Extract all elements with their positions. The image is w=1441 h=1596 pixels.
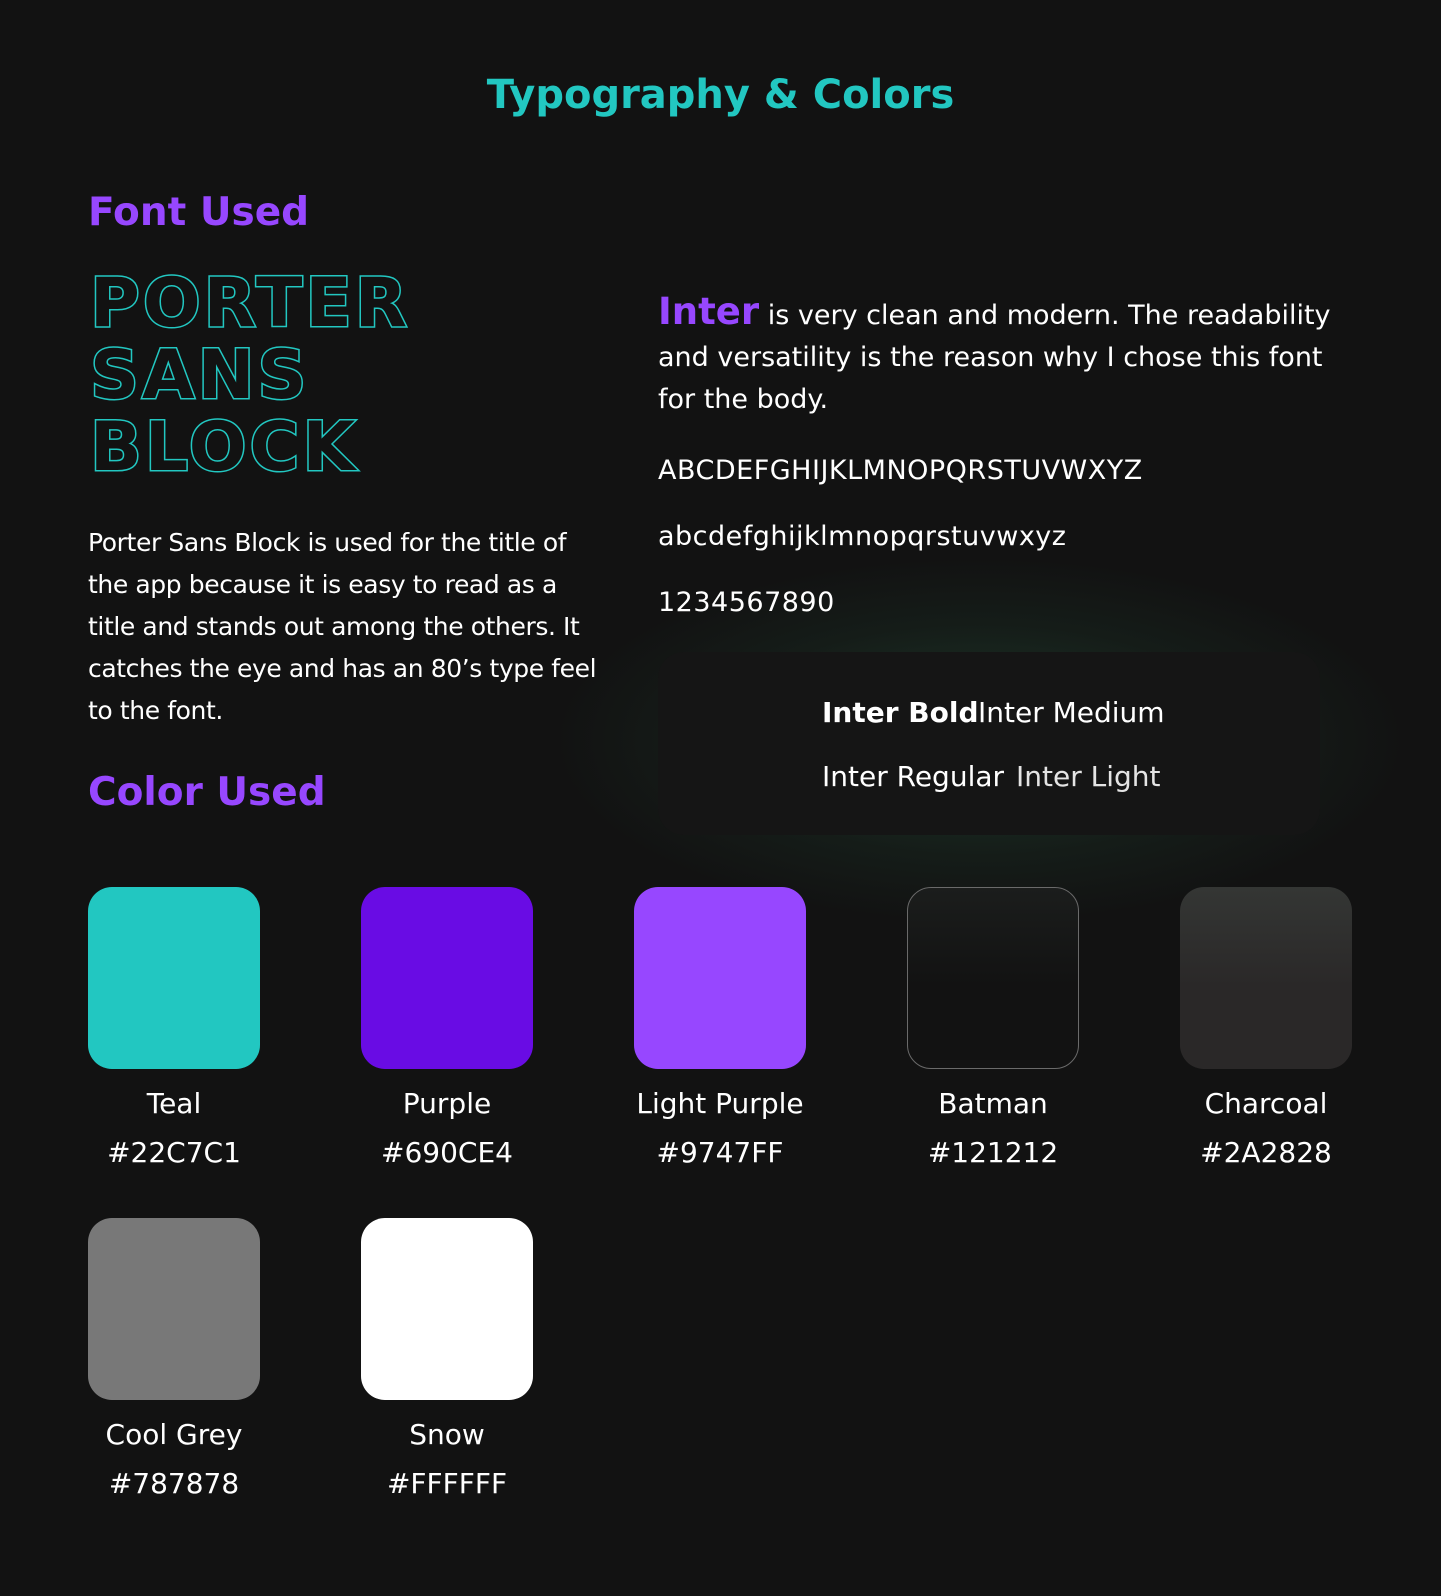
color-chip [361, 887, 533, 1069]
color-section-heading: Color Used [88, 770, 326, 815]
weight-medium: Inter Medium [978, 696, 1165, 729]
lowercase-alphabet: abcdefghijklmnopqrstuvwxyz [658, 521, 1067, 552]
color-swatch-snow: Snow #FFFFFF [361, 1218, 533, 1500]
color-hex: #2A2828 [1200, 1136, 1332, 1169]
digits-sample: 1234567890 [658, 587, 835, 618]
color-swatch-cool-grey: Cool Grey #787878 [88, 1218, 260, 1500]
color-name: Snow [409, 1418, 485, 1451]
display-font-description: Porter Sans Block is used for the title … [88, 528, 597, 725]
color-swatch-batman: Batman #121212 [907, 887, 1079, 1169]
body-font-description: Inter is very clean and modern. The read… [658, 291, 1338, 421]
color-swatch-charcoal: Charcoal #2A2828 [1180, 887, 1352, 1169]
color-swatch-light-purple: Light Purple #9747FF [634, 887, 806, 1169]
color-chip [907, 887, 1079, 1069]
color-hex: #22C7C1 [107, 1136, 241, 1169]
color-chip [88, 1218, 260, 1400]
display-font-line-2: SANS [90, 336, 310, 415]
color-name: Light Purple [636, 1087, 804, 1120]
font-weights-card: Inter Bold Inter Medium Inter Regular In… [658, 652, 1320, 835]
color-chip [88, 887, 260, 1069]
uppercase-alphabet: ABCDEFGHIJKLMNOPQRSTUVWXYZ [658, 455, 1143, 486]
color-chip [1180, 887, 1352, 1069]
page-title: Typography & Colors [486, 72, 955, 118]
weight-regular: Inter Regular [822, 760, 1005, 793]
color-hex: #FFFFFF [386, 1467, 508, 1500]
color-swatch-teal: Teal #22C7C1 [88, 887, 260, 1169]
weight-light: Inter Light [1016, 760, 1161, 793]
color-swatch-purple: Purple #690CE4 [361, 887, 533, 1169]
color-hex: #690CE4 [381, 1136, 513, 1169]
color-name: Teal [146, 1087, 202, 1120]
weight-bold: Inter Bold [822, 696, 979, 729]
display-font-line-1: PORTER [90, 270, 410, 343]
color-name: Purple [402, 1087, 492, 1120]
color-chip [361, 1218, 533, 1400]
display-font-line-3: BLOCK [90, 408, 358, 480]
color-hex: #787878 [108, 1467, 240, 1500]
color-name: Cool Grey [105, 1418, 243, 1451]
color-hex: #9747FF [656, 1136, 784, 1169]
display-font-sample: PORTER SANS BLOCK [88, 263, 518, 489]
font-section-heading: Font Used [88, 190, 310, 235]
color-hex: #121212 [927, 1136, 1059, 1169]
color-name: Batman [938, 1087, 1048, 1120]
color-chip [634, 887, 806, 1069]
color-name: Charcoal [1204, 1087, 1328, 1120]
body-font-name: Inter [658, 290, 760, 333]
body-font-description-text: is very clean and modern. The readabilit… [658, 300, 1331, 415]
